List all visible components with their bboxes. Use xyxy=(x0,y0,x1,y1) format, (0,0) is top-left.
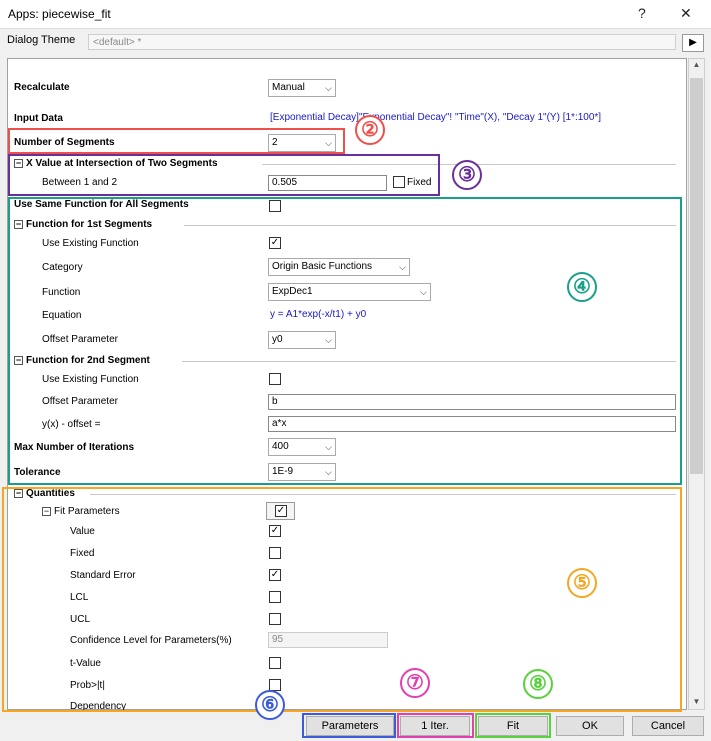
annotation-box-6 xyxy=(302,713,396,738)
callout-8: ⑧ xyxy=(523,669,553,699)
close-button[interactable]: ✕ xyxy=(680,5,692,22)
input-data-label: Input Data xyxy=(14,113,63,124)
theme-menu-button[interactable]: ▶ xyxy=(682,34,704,52)
chevron-down-icon: ⌵ xyxy=(325,83,332,93)
annotation-box-5 xyxy=(2,487,682,712)
callout-6: ⑥ xyxy=(255,690,285,720)
callout-7: ⑦ xyxy=(400,668,430,698)
scroll-up-icon[interactable]: ▲ xyxy=(688,60,705,69)
window-title: Apps: piecewise_fit xyxy=(8,7,111,21)
annotation-box-8 xyxy=(475,713,551,738)
annotation-box-3 xyxy=(8,154,440,196)
dialog-theme-label: Dialog Theme xyxy=(7,34,76,46)
cancel-button[interactable]: Cancel xyxy=(632,716,704,736)
annotation-box-2 xyxy=(8,128,345,154)
ok-button[interactable]: OK xyxy=(556,716,624,736)
callout-5: ⑤ xyxy=(567,568,597,598)
recalculate-value: Manual xyxy=(272,82,305,93)
recalculate-label: Recalculate xyxy=(14,82,70,93)
annotation-box-7 xyxy=(397,713,474,738)
scroll-thumb[interactable] xyxy=(690,78,703,474)
callout-2: ② xyxy=(355,115,385,145)
input-data-value[interactable]: [Exponential Decay]"Exponential Decay"! … xyxy=(270,112,601,123)
recalculate-select[interactable]: Manual ⌵ xyxy=(268,79,336,97)
annotation-box-4 xyxy=(8,197,682,485)
help-button[interactable]: ? xyxy=(638,5,646,21)
scroll-down-icon[interactable]: ▼ xyxy=(688,697,705,706)
callout-4: ④ xyxy=(567,272,597,302)
callout-3: ③ xyxy=(452,160,482,190)
dialog-theme-input[interactable]: <default> * xyxy=(88,34,676,50)
